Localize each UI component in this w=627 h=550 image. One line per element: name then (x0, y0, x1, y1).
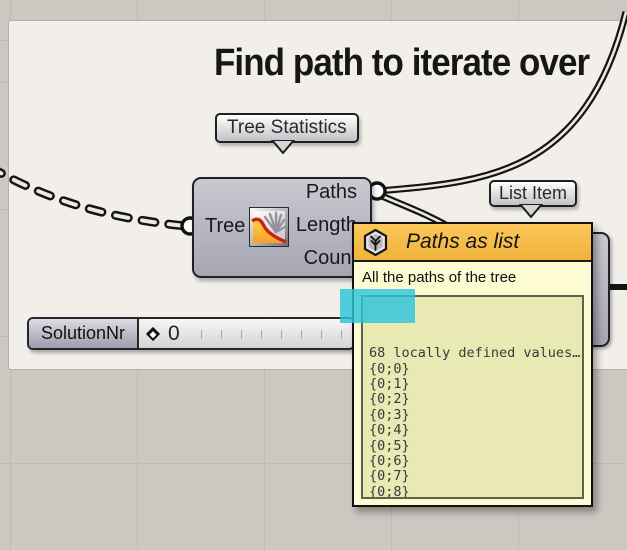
path-list-item: {0;6} (369, 453, 410, 470)
output-label-paths: Paths (305, 181, 357, 203)
path-list-item: {0;2} (369, 391, 410, 408)
tree-statistics-component[interactable]: Tree Paths Length Count (192, 177, 372, 278)
tree-statistics-label-text: Tree Statistics (227, 117, 347, 138)
tooltip-header: Paths as list (354, 224, 591, 262)
hexagon-tree-icon (363, 228, 388, 256)
tooltip-description: All the paths of the tree (362, 269, 517, 286)
slider-value: 0 (168, 321, 180, 345)
tree-statistics-label: Tree Statistics (215, 113, 359, 154)
solution-nr-slider[interactable]: SolutionNr 0 (27, 317, 355, 350)
slider-name-plate[interactable]: SolutionNr (29, 319, 139, 348)
slider-name: SolutionNr (40, 323, 126, 343)
selection-highlight (340, 289, 415, 323)
path-list-item: {0;0} (369, 360, 410, 377)
path-list-item: {0;3} (369, 406, 410, 423)
slider-knob[interactable] (145, 326, 161, 341)
list-item-label: List Item (489, 180, 578, 218)
slider-ticks (201, 330, 353, 339)
output-label-count: Count (303, 247, 357, 269)
path-list-item: {0;5} (369, 437, 410, 454)
input-label-tree: Tree (205, 215, 246, 237)
path-list-item: 68 locally defined values… (369, 345, 581, 362)
path-list-item: {0;1} (369, 376, 410, 393)
path-list-item: {0;7} (369, 468, 410, 485)
list-item-label-pointer (519, 204, 543, 218)
slider-track[interactable]: 0 (139, 319, 353, 348)
tooltip-title: Paths as list (406, 230, 520, 253)
path-list-item: {0;8} (369, 483, 410, 499)
output-label-length: Length (295, 214, 357, 236)
tree-statistics-icon (249, 207, 289, 247)
path-list-item: {0;4} (369, 422, 410, 439)
paths-tooltip: Paths as list All the paths of the tree … (352, 222, 593, 507)
tree-statistics-label-pointer (271, 140, 295, 154)
list-item-label-text: List Item (499, 183, 568, 203)
tooltip-path-list: 68 locally defined values… {0;0} {0;1} {0;2… (361, 295, 584, 499)
group-title: Find path to iterate over (214, 42, 590, 84)
